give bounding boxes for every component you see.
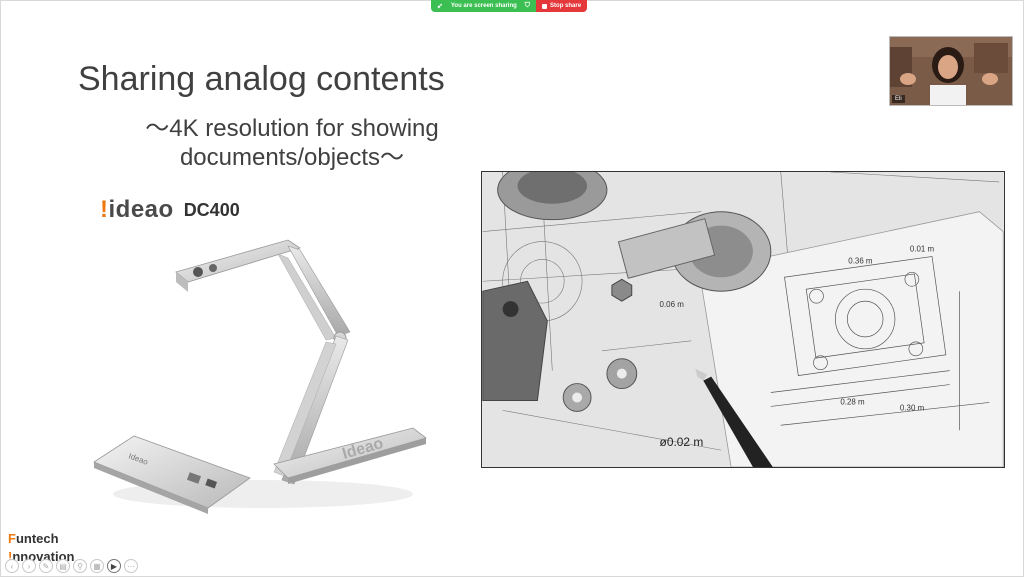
camera-icon[interactable]: ▶	[107, 559, 121, 573]
drawing-dimension-label: ø0.02 m	[660, 435, 704, 449]
forward-icon[interactable]: ›	[22, 559, 36, 573]
share-status: ➹ You are screen sharing ⛉	[431, 0, 537, 12]
subtitle-line-1: ～4K resolution for showing	[145, 115, 439, 142]
participant-video	[890, 37, 1012, 105]
svg-text:0.01 m: 0.01 m	[910, 244, 935, 253]
document-camera-image: Ideao Ideao	[93, 239, 427, 514]
svg-text:0.30 m: 0.30 m	[900, 403, 925, 412]
pen-icon[interactable]: ✎	[39, 559, 53, 573]
zoom-icon[interactable]: ⚲	[73, 559, 87, 573]
slide-subtitle: ～4K resolution for showing documents/obj…	[112, 114, 472, 172]
pin-icon[interactable]: ➹	[437, 2, 443, 10]
svg-text:0.28 m: 0.28 m	[840, 397, 865, 406]
back-icon[interactable]: ‹	[5, 559, 19, 573]
share-status-text: You are screen sharing	[450, 3, 517, 9]
participant-name: Eli	[892, 95, 905, 103]
stop-icon	[542, 3, 548, 9]
model-name: DC400	[183, 199, 240, 220]
screen-share-bar: ➹ You are screen sharing ⛉ Stop share	[431, 0, 588, 12]
stop-share-button[interactable]: Stop share	[536, 0, 588, 12]
highlighter-icon[interactable]: ▤	[56, 559, 70, 573]
stop-share-label: Stop share	[550, 3, 582, 9]
footer-line-1: Funtech	[8, 531, 59, 546]
footer-line-1-text: untech	[15, 531, 59, 546]
participant-video-thumbnail[interactable]: Eli	[889, 36, 1013, 106]
ideao-logo: !ideao	[100, 196, 174, 223]
svg-text:0.36 m: 0.36 m	[848, 256, 873, 265]
slideshow-controls: ‹ › ✎ ▤ ⚲ ▦ ▶ ⋯	[5, 559, 138, 573]
shield-icon: ⛉	[524, 2, 531, 9]
brand-row: !ideao DC400	[100, 196, 240, 224]
svg-text:0.06 m: 0.06 m	[660, 300, 685, 309]
slides-icon[interactable]: ▦	[90, 559, 104, 573]
brand-logo-text: ideao	[108, 196, 174, 223]
more-icon[interactable]: ⋯	[124, 559, 138, 573]
engineering-drawing-photo: 0.06 m 0.36 m 0.01 m 0.28 m 0.30 m ø0.02…	[481, 171, 1005, 468]
slide-title: Sharing analog contents	[78, 60, 445, 98]
subtitle-line-2: documents/objects～	[179, 144, 405, 171]
